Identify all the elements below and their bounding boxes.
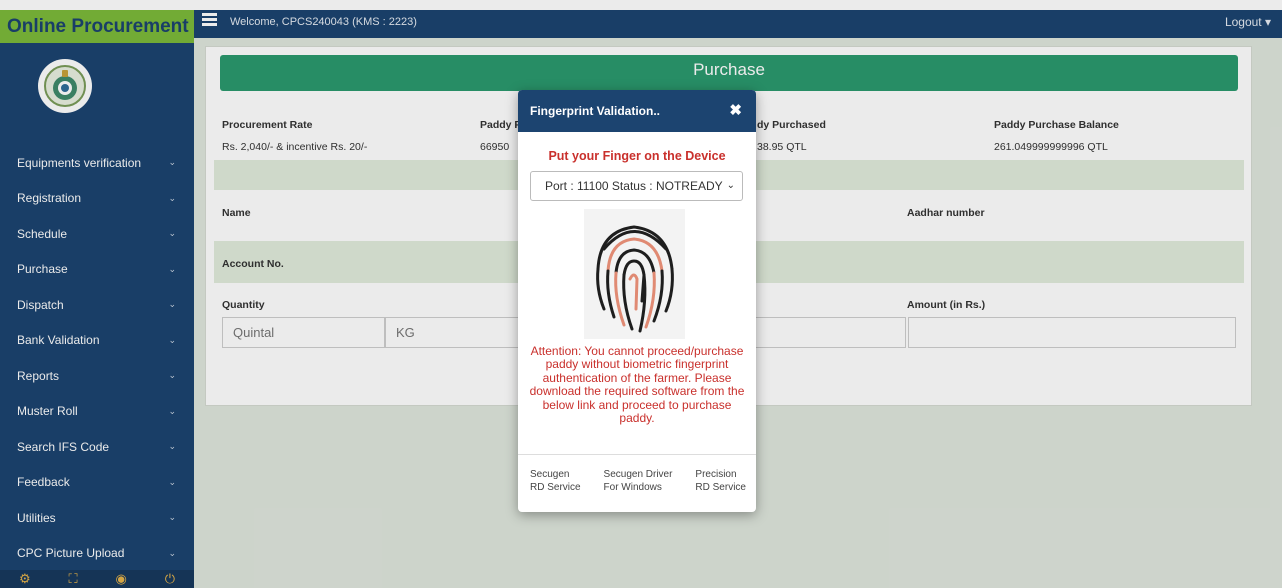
- attention-message: Attention: You cannot proceed/purchase p…: [529, 344, 745, 426]
- download-links: Secugen RD Service Secugen Driver For Wind…: [530, 468, 746, 494]
- finger-prompt: Put your Finger on the Device: [548, 149, 726, 163]
- close-icon[interactable]: ✖: [729, 101, 742, 119]
- port-status-value: Port : 11100 Status : NOTREADY: [545, 179, 723, 193]
- link-line: RD Service: [530, 482, 581, 493]
- fingerprint-modal: Fingerprint Validation.. ✖ Put your Fing…: [518, 90, 756, 512]
- modal-divider: [518, 454, 756, 455]
- secugen-driver-link[interactable]: Secugen Driver For Windows: [604, 468, 673, 494]
- fingerprint-icon: [596, 225, 674, 333]
- port-status-select[interactable]: Port : 11100 Status : NOTREADY ⌄: [530, 171, 743, 201]
- chevron-down-icon: ⌄: [723, 172, 735, 200]
- fingerprint-image: [584, 209, 685, 339]
- link-line: Secugen Driver: [603, 469, 673, 480]
- link-line: RD Service: [695, 482, 746, 493]
- precision-rd-service-link[interactable]: Precision RD Service: [695, 468, 746, 494]
- link-line: For Windows: [603, 482, 662, 493]
- modal-title: Fingerprint Validation..: [530, 104, 661, 118]
- modal-header: Fingerprint Validation.. ✖: [518, 90, 756, 132]
- secugen-rd-service-link[interactable]: Secugen RD Service: [530, 468, 581, 494]
- link-line: Secugen: [530, 469, 570, 480]
- link-line: Precision: [695, 469, 737, 480]
